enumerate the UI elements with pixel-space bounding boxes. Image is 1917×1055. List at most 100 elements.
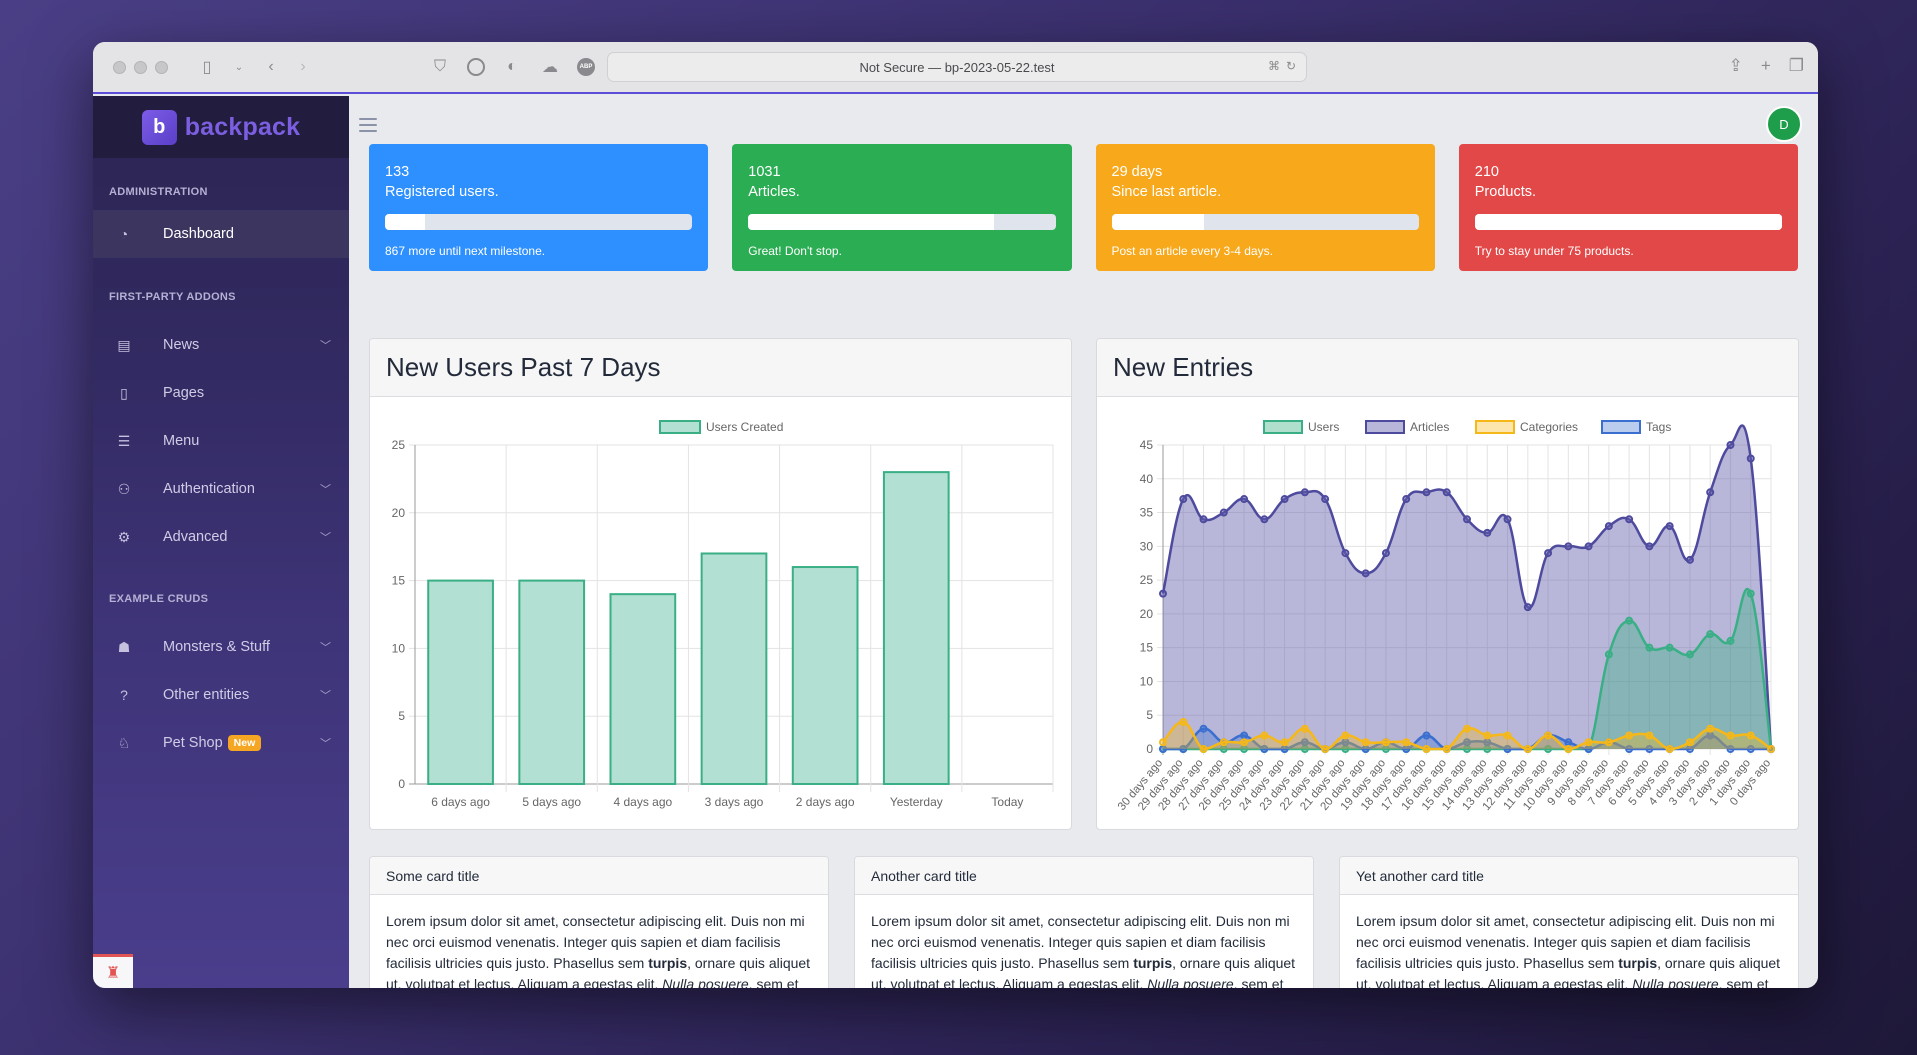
new-tab-icon[interactable]: + [1761, 56, 1771, 76]
menu-toggle-icon[interactable] [359, 118, 377, 136]
bar [791, 566, 859, 785]
share-icon[interactable]: ⇪ [1729, 56, 1743, 76]
translate-icon[interactable]: ⌘ [1268, 59, 1280, 73]
back-icon[interactable]: ‹ [260, 56, 282, 78]
data-point [1665, 745, 1674, 753]
data-point [1645, 542, 1654, 551]
data-point [1503, 731, 1512, 740]
backpack-logo-icon: b [141, 109, 177, 145]
list-icon: ☰ [117, 432, 131, 449]
sidebar-item-news[interactable]: ▤ News ﹀ [93, 321, 349, 369]
chevron-down-icon[interactable]: ⌄ [228, 56, 250, 78]
text-card: Another card title Lorem ipsum dolor sit… [854, 856, 1314, 988]
stats-row: 133 Registered users. 867 more until nex… [369, 144, 1798, 271]
sidebar-toggle-icon[interactable]: ▯ [196, 56, 218, 78]
progress-bar [748, 214, 1056, 230]
body-italic: Nulla posuere [662, 976, 749, 988]
data-point [1260, 731, 1269, 740]
bar [609, 593, 677, 785]
close-window-button[interactable] [113, 60, 126, 74]
sidebar-item-label: Authentication [163, 481, 255, 497]
pocket-icon[interactable]: ⛉ [429, 56, 451, 78]
y-tick-label: 30 [1140, 539, 1154, 553]
privacy-shield-icon[interactable]: ◐ [501, 56, 523, 78]
data-point [1219, 508, 1228, 517]
card-title: Some card title [370, 857, 828, 895]
data-point [1523, 745, 1532, 753]
sidebar-item-pet-shop[interactable]: ♘ Pet Shop New ﹀ [93, 719, 349, 767]
data-point [1219, 738, 1228, 747]
body-bold: turpis [1133, 955, 1173, 971]
data-point [1604, 650, 1613, 659]
browser-toolbar: ▯ ⌄ ‹ › ⛉ ◐ ☁ ABP Not Secure — bp-2023-0… [93, 42, 1818, 94]
reload-icon[interactable]: ↻ [1286, 59, 1296, 73]
data-point [1240, 738, 1249, 747]
sidebar-item-menu[interactable]: ☰ Menu [93, 417, 349, 465]
data-point [1604, 522, 1613, 531]
data-point [1584, 542, 1593, 551]
avatar[interactable]: D [1766, 106, 1802, 142]
sidebar: b backpack ADMINISTRATION ◔ Dashboard FI… [93, 96, 349, 988]
cloud-icon[interactable]: ☁ [539, 56, 561, 78]
data-point [1665, 522, 1674, 531]
legend-swatch [1263, 420, 1303, 434]
data-point [1726, 441, 1735, 449]
chart-title: New Users Past 7 Days [370, 339, 1071, 397]
sidebar-item-monsters[interactable]: ☗ Monsters & Stuff ﹀ [93, 623, 349, 671]
card-body: Lorem ipsum dolor sit amet, consectetur … [370, 895, 828, 988]
sidebar-item-pages[interactable]: ▯ Pages [93, 369, 349, 417]
data-point [1746, 454, 1755, 463]
data-point [1746, 731, 1755, 740]
data-point [1361, 738, 1370, 747]
forward-icon[interactable]: › [292, 56, 314, 78]
body-italic: Nulla posuere [1147, 976, 1234, 988]
data-point [1240, 731, 1249, 740]
y-tick-label: 10 [1140, 674, 1154, 688]
1password-icon[interactable] [467, 58, 485, 76]
brand[interactable]: b backpack [93, 96, 349, 158]
data-point [1685, 555, 1694, 564]
sidebar-item-label: News [163, 337, 200, 353]
line-chart: Users Articles Categories Tags 0 5 10 15 20 25 30 3… [1116, 420, 1775, 813]
sidebar-item-authentication[interactable]: ⚇ Authentication ﹀ [93, 465, 349, 513]
data-point [1321, 495, 1330, 504]
data-point [1625, 515, 1634, 524]
data-point [1199, 515, 1208, 524]
data-point [1544, 731, 1553, 740]
data-point [1645, 643, 1654, 652]
chart-legend: Users Articles Categories Tags [1263, 420, 1671, 434]
y-tick-label: 5 [1146, 708, 1153, 722]
stat-value: 133 [385, 164, 410, 180]
legend-label: Articles [1410, 420, 1449, 434]
main-content: D 133 Registered users. 867 more until n… [349, 96, 1818, 988]
legend-label: Tags [1646, 420, 1671, 434]
sidebar-item-dashboard[interactable]: ◔ Dashboard [93, 210, 349, 258]
data-point [1564, 745, 1573, 753]
data-point [1503, 515, 1512, 524]
data-point [1199, 724, 1208, 733]
chevron-down-icon: ﹀ [320, 642, 331, 654]
legend-swatch [1475, 420, 1515, 434]
adblock-icon[interactable]: ABP [577, 58, 595, 76]
stat-label: Products. [1474, 184, 1536, 200]
laravel-debug-button[interactable]: ♜ [93, 954, 133, 988]
data-point [1402, 738, 1411, 747]
data-point [1240, 495, 1249, 504]
minimize-window-button[interactable] [134, 60, 147, 74]
brand-name: backpack [184, 112, 301, 141]
stat-card-articles: 1031 Articles. Great! Don't stop. [732, 144, 1072, 271]
legend-swatch [1365, 420, 1405, 434]
gauge-icon: ◔ [119, 226, 129, 242]
chevron-down-icon: ﹀ [320, 484, 331, 496]
address-bar[interactable]: Not Secure — bp-2023-05-22.test ⌘ ↻ [607, 52, 1307, 82]
sidebar-item-other-entities[interactable]: ? Other entities ﹀ [93, 671, 349, 719]
x-tick-label: 3 days ago [705, 795, 764, 809]
zoom-window-button[interactable] [155, 60, 168, 74]
browser-window: ▯ ⌄ ‹ › ⛉ ◐ ☁ ABP Not Secure — bp-2023-0… [93, 42, 1818, 988]
data-point [1544, 549, 1553, 558]
chevron-down-icon: ﹀ [320, 340, 331, 352]
sidebar-item-advanced[interactable]: ⚙ Advanced ﹀ [93, 513, 349, 561]
progress-bar [385, 214, 693, 230]
tab-overview-icon[interactable]: ❐ [1789, 56, 1804, 76]
card-title: Another card title [855, 857, 1313, 895]
